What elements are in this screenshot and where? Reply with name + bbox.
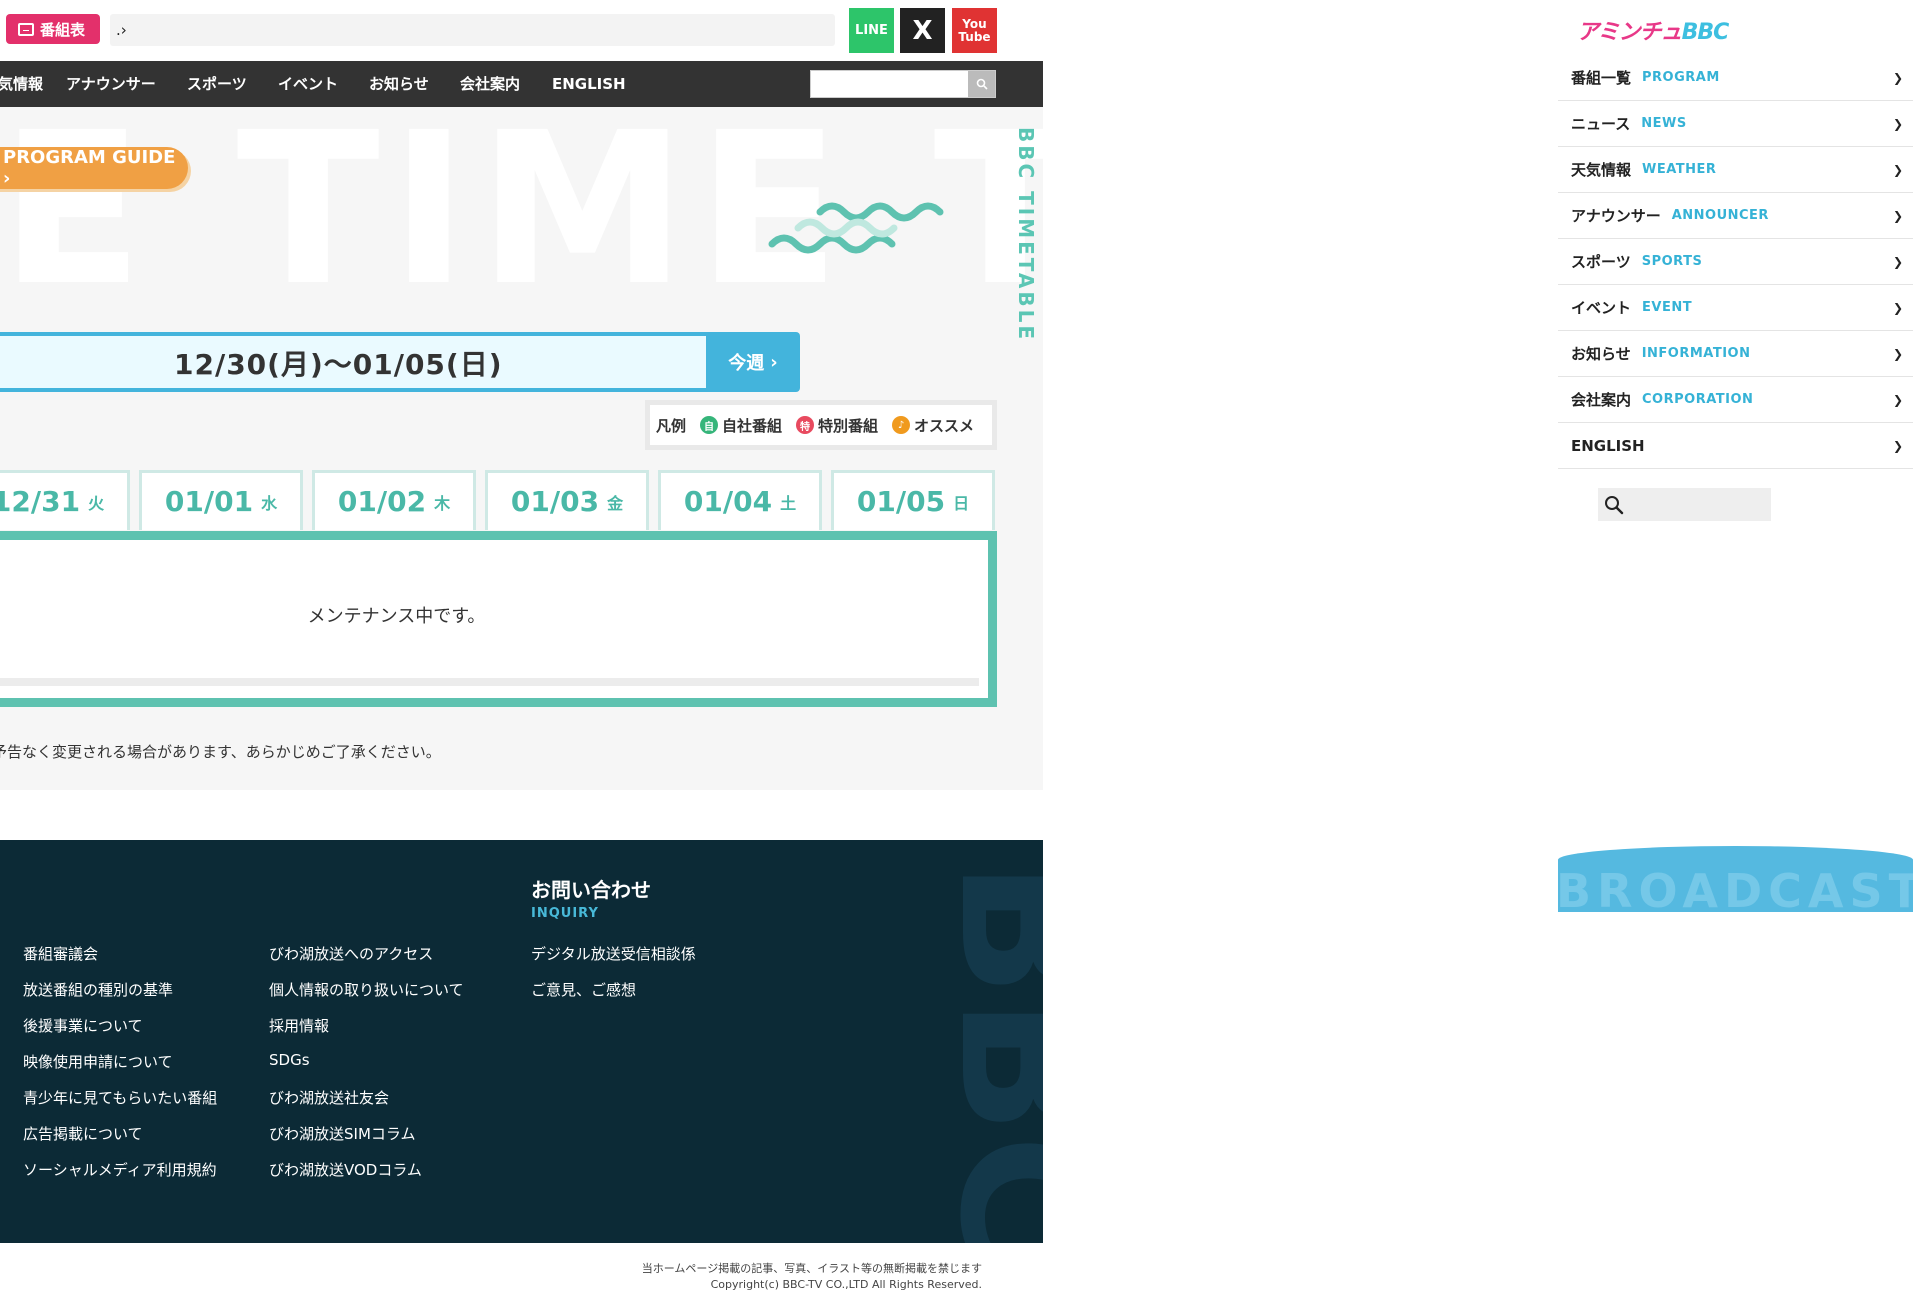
legend: 凡例 自 自社番組 特 特別番組 ♪ オススメ xyxy=(645,400,997,450)
footer-link[interactable]: デジタル放送受信相談係 xyxy=(531,943,696,964)
footer-background-text: BBC xyxy=(920,860,1043,1243)
footer-link[interactable]: SDGs xyxy=(269,1051,310,1069)
footer: BBC お問い合わせ INQUIRY 番組審議会 放送番組の種別の基準 後援事業… xyxy=(0,840,1043,1243)
day-tab-0101[interactable]: 01/01 水 xyxy=(139,470,303,530)
week-range-bar: 12/30(月)〜01/05(日) xyxy=(0,332,710,392)
menu-item-english[interactable]: ENGLISH ❯ xyxy=(1558,423,1913,469)
global-nav: 気情報 アナウンサー スポーツ イベント お知らせ 会社案内 ENGLISH xyxy=(0,61,1043,107)
broadcast-banner: BROADCAST xyxy=(1558,846,1913,912)
copyright-notice: 当ホームページ掲載の記事、写真、イラスト等の無断掲載を禁じます xyxy=(641,1262,982,1275)
chevron-right-icon: ❯ xyxy=(1892,301,1903,315)
footer-link[interactable]: 後援事業について xyxy=(23,1015,143,1036)
day-tab-0104[interactable]: 01/04 土 xyxy=(658,470,822,530)
footer-link[interactable]: 番組審議会 xyxy=(23,943,98,964)
footer-link[interactable]: 採用情報 xyxy=(269,1015,329,1036)
day-tab-0102[interactable]: 01/02 木 xyxy=(312,470,476,530)
day-tab-0103[interactable]: 01/03 金 xyxy=(485,470,649,530)
program-guide-button[interactable]: PROGRAM GUIDE › xyxy=(0,147,188,189)
timetable-badge[interactable]: 番組表 xyxy=(6,14,100,44)
side-menu: アミンチュBBC 番組一覧 PROGRAM ❯ ニュース NEWS ❯ 天気情報… xyxy=(1558,0,1920,1295)
own-program-icon: 自 xyxy=(700,416,719,434)
wave-decoration xyxy=(768,202,944,254)
chevron-right-icon: ❯ xyxy=(1892,393,1903,407)
chevron-right-icon: ❯ xyxy=(1892,71,1903,85)
day-tab-1231[interactable]: 12/31 火 xyxy=(0,470,130,530)
menu-item-weather[interactable]: 天気情報 WEATHER ❯ xyxy=(1558,147,1913,193)
site-logo[interactable]: アミンチュBBC xyxy=(1577,14,1729,46)
menu-item-news[interactable]: ニュース NEWS ❯ xyxy=(1558,101,1913,147)
chevron-right-icon: ❯ xyxy=(1892,163,1903,177)
inquiry-subtitle: INQUIRY xyxy=(531,906,599,921)
footer-link[interactable]: 広告掲載について xyxy=(23,1123,143,1144)
x-share-button[interactable]: X xyxy=(900,8,945,53)
menu-item-event[interactable]: イベント EVENT ❯ xyxy=(1558,285,1913,331)
footer-link[interactable]: 映像使用申請について xyxy=(23,1051,173,1072)
legend-item-special: 特 特別番組 xyxy=(796,415,878,436)
vertical-timetable-label: BBC TIMETABLE xyxy=(1014,127,1038,342)
maintenance-message: メンテナンス中です。 xyxy=(307,606,486,627)
timetable-badge-label: 番組表 xyxy=(40,20,86,39)
timetable-page: 番組表 .› LINE X You Tube 気情報 アナウンサー スポーツ イベ… xyxy=(0,0,1043,1295)
nav-item-event[interactable]: イベント xyxy=(278,61,338,107)
legend-item-own: 自 自社番組 xyxy=(700,415,782,436)
nav-search-button[interactable] xyxy=(968,71,995,97)
recommend-icon: ♪ xyxy=(892,416,911,434)
this-week-button[interactable]: 今週 › xyxy=(706,332,800,392)
schedule-notice: 予告なく変更される場合があります、あらかじめご了承ください。 xyxy=(0,743,441,761)
menu-item-corporation[interactable]: 会社案内 CORPORATION ❯ xyxy=(1558,377,1913,423)
nav-item-announcer[interactable]: アナウンサー xyxy=(66,61,156,107)
footer-link[interactable]: ご意見、ご感想 xyxy=(531,979,636,1000)
schedule-panel: メンテナンス中です。 xyxy=(0,531,997,707)
menu-item-sports[interactable]: スポーツ SPORTS ❯ xyxy=(1558,239,1913,285)
breadcrumb[interactable]: .› xyxy=(110,14,835,46)
timetable-main: E TIME TA PROGRAM GUIDE › BBC TIMETABLE … xyxy=(0,107,1043,790)
search-icon xyxy=(1605,496,1624,515)
legend-title: 凡例 xyxy=(656,416,687,435)
copyright: Copyright(c) BBC-TV CO.,LTD All Rights R… xyxy=(710,1278,982,1291)
chevron-right-icon: ❯ xyxy=(1892,209,1903,223)
chevron-right-icon: ❯ xyxy=(1892,439,1903,453)
youtube-button[interactable]: You Tube xyxy=(952,8,997,53)
tv-icon xyxy=(18,22,34,36)
line-share-button[interactable]: LINE xyxy=(849,8,894,53)
day-tab-0105[interactable]: 01/05 日 xyxy=(831,470,995,530)
footer-link[interactable]: 個人情報の取り扱いについて xyxy=(269,979,464,1000)
chevron-right-icon: › xyxy=(770,351,778,373)
footer-link[interactable]: ソーシャルメディア利用規約 xyxy=(23,1159,217,1180)
menu-item-information[interactable]: お知らせ INFORMATION ❯ xyxy=(1558,331,1913,377)
menu-item-announcer[interactable]: アナウンサー ANNOUNCER ❯ xyxy=(1558,193,1913,239)
nav-item-english[interactable]: ENGLISH xyxy=(552,61,626,107)
special-program-icon: 特 xyxy=(796,416,815,434)
footer-link[interactable]: びわ湖放送VODコラム xyxy=(269,1159,422,1180)
chevron-right-icon: ❯ xyxy=(1892,347,1903,361)
menu-item-program[interactable]: 番組一覧 PROGRAM ❯ xyxy=(1558,55,1913,101)
nav-item-corporation[interactable]: 会社案内 xyxy=(460,61,520,107)
footer-link[interactable]: びわ湖放送へのアクセス xyxy=(269,943,433,964)
chevron-right-icon: ❯ xyxy=(1892,117,1903,131)
nav-item-information[interactable]: お知らせ xyxy=(369,61,429,107)
inquiry-title: お問い合わせ xyxy=(531,878,651,902)
footer-link[interactable]: びわ湖放送SIMコラム xyxy=(269,1123,415,1144)
search-icon xyxy=(976,78,988,90)
nav-item-weather[interactable]: 気情報 xyxy=(0,61,43,107)
footer-link[interactable]: 放送番組の種別の基準 xyxy=(23,979,173,1000)
week-range-label: 12/30(月)〜01/05(日) xyxy=(174,348,503,381)
footer-link[interactable]: びわ湖放送社友会 xyxy=(269,1087,389,1108)
nav-item-sports[interactable]: スポーツ xyxy=(187,61,247,107)
chevron-right-icon: ❯ xyxy=(1892,255,1903,269)
top-bar: 番組表 .› LINE X You Tube xyxy=(0,0,1043,60)
legend-item-recommend: ♪ オススメ xyxy=(892,415,974,436)
footer-link[interactable]: 青少年に見てもらいたい番組 xyxy=(23,1087,217,1108)
